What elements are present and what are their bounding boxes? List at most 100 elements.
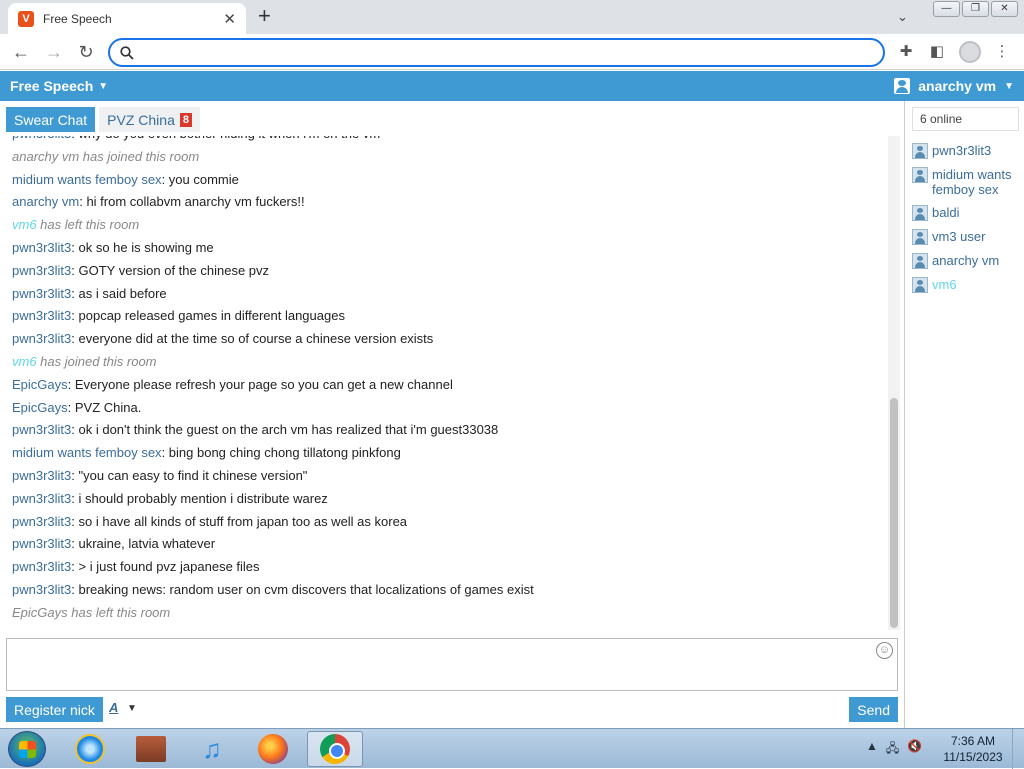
taskbar-clock[interactable]: 7:36 AM 11/15/2023	[938, 733, 1008, 765]
app-header: Free Speech ▼ anarchy vm ▼	[0, 71, 1024, 101]
message-nick[interactable]: midium wants femboy sex	[12, 445, 162, 460]
taskbar-chrome[interactable]	[307, 731, 363, 767]
taskbar-libraries[interactable]	[123, 731, 179, 767]
close-window-button[interactable]: ✕	[991, 1, 1018, 17]
chat-message: pwn3r3lit3: GOTY version of the chinese …	[12, 260, 888, 283]
message-nick[interactable]: pwn3r3lit3	[12, 331, 71, 346]
chat-message: pwn3r3lit3: i should probably mention i …	[12, 488, 888, 511]
chat-message: pwn3r3lit3: ok so he is showing me	[12, 237, 888, 260]
clock-date: 11/15/2023	[943, 750, 1003, 764]
user-list-item[interactable]: vm6	[912, 277, 1022, 293]
back-arrow-icon[interactable]: ←	[9, 40, 33, 64]
tab-close-icon[interactable]: ✕	[223, 10, 236, 28]
maximize-button[interactable]: ❐	[962, 1, 989, 17]
send-button[interactable]: Send	[849, 697, 898, 722]
taskbar-firefox[interactable]	[245, 731, 301, 767]
side-panel-icon[interactable]: ◧	[927, 42, 947, 62]
user-list: pwn3r3lit3 midium wants femboy sex baldi vm…	[912, 143, 1022, 301]
message-text: as i said before	[78, 285, 167, 301]
app-title-menu[interactable]: Free Speech ▼	[10, 78, 108, 94]
window-controls: — ❐ ✕	[933, 1, 1018, 17]
nick-separator: :	[71, 536, 79, 552]
message-nick[interactable]: pwn3r3lit3	[12, 308, 71, 323]
nick-separator: :	[71, 285, 79, 301]
user-list-item[interactable]: midium wants femboy sex	[912, 167, 1022, 197]
profile-avatar-icon[interactable]	[959, 41, 981, 63]
taskbar-internet-explorer[interactable]	[62, 731, 118, 767]
message-text: > i just found pvz japanese files	[78, 559, 260, 575]
firefox-icon	[258, 734, 288, 764]
user-icon	[912, 143, 928, 159]
user-list-item[interactable]: pwn3r3lit3	[912, 143, 1022, 159]
message-nick[interactable]: midium wants femboy sex	[12, 172, 162, 187]
chat-message: pwn3r3lit3: "you can easy to find it chi…	[12, 465, 888, 488]
room-tabs: Swear Chat PVZ China 8	[6, 107, 200, 132]
user-list-item[interactable]: vm3 user	[912, 229, 1022, 245]
nick-separator: :	[161, 171, 169, 187]
app-title: Free Speech	[10, 78, 94, 94]
nick-separator: :	[71, 262, 79, 278]
site-favicon-icon: V	[18, 10, 34, 27]
chat-message: pwn3r3lit3: > i just found pvz japanese …	[12, 556, 888, 579]
message-nick[interactable]: pwn3r3lit3	[12, 536, 71, 551]
user-menu[interactable]: anarchy vm ▼	[894, 78, 1014, 94]
address-input[interactable]	[142, 45, 873, 60]
message-nick[interactable]: vm6	[12, 354, 37, 369]
more-menu-icon[interactable]: ⋮	[992, 42, 1012, 62]
extensions-puzzle-icon[interactable]: ✚	[896, 42, 916, 62]
room-tab-pvz-china[interactable]: PVZ China 8	[99, 107, 200, 132]
emoji-smiley-icon[interactable]: ☺	[876, 642, 893, 659]
browser-tab-free-speech[interactable]: V Free Speech ✕	[8, 3, 246, 34]
user-name: vm6	[932, 277, 957, 292]
system-text: has left this room	[36, 217, 140, 233]
tab-search-chevron-icon[interactable]: ⌄	[897, 9, 908, 25]
minimize-button[interactable]: —	[933, 1, 960, 17]
message-text: you commie	[168, 171, 239, 187]
message-scrollbar[interactable]	[888, 136, 900, 630]
start-button[interactable]	[8, 731, 46, 767]
volume-muted-icon[interactable]: 🔇	[907, 739, 922, 760]
message-nick[interactable]: pwn3r3lit3	[12, 136, 71, 141]
show-desktop-button[interactable]	[1012, 729, 1024, 769]
nick-separator: :	[67, 376, 75, 392]
forward-arrow-icon[interactable]: →	[42, 40, 66, 64]
message-nick[interactable]: pwn3r3lit3	[12, 263, 71, 278]
message-nick[interactable]: pwn3r3lit3	[12, 582, 71, 597]
chat-message: midium wants femboy sex: you commie	[12, 169, 888, 192]
user-list-item[interactable]: anarchy vm	[912, 253, 1022, 269]
chat-message: anarchy vm: hi from collabvm anarchy vm …	[12, 191, 888, 214]
message-text: ok so he is showing me	[78, 239, 214, 255]
message-nick[interactable]: pwn3r3lit3	[12, 514, 71, 529]
chat-message: EpicGays: PVZ China.	[12, 397, 888, 420]
user-list-item[interactable]: baldi	[912, 205, 1022, 221]
font-chevron-down-icon[interactable]: ▼	[127, 703, 137, 714]
new-tab-button[interactable]: +	[258, 4, 271, 28]
taskbar-itunes[interactable]: ♫	[184, 731, 240, 767]
message-text: GOTY version of the chinese pvz	[78, 262, 270, 278]
font-style-button[interactable]: A	[109, 700, 118, 715]
tray-expand-icon[interactable]: ▲	[866, 739, 878, 760]
chat-message: pwn3r3lit3: breaking news: random user o…	[12, 579, 888, 602]
message-nick[interactable]: pwn3r3lit3	[12, 422, 71, 437]
address-bar[interactable]	[108, 38, 885, 67]
compose-actions: Register nick A ▼ Send	[6, 697, 898, 723]
reload-icon[interactable]: ↻	[74, 40, 98, 64]
message-nick[interactable]: EpicGays	[12, 400, 68, 415]
network-icon[interactable]: 🖧	[886, 739, 899, 760]
message-nick[interactable]: EpicGays	[12, 377, 68, 392]
message-nick[interactable]: pwn3r3lit3	[12, 286, 71, 301]
message-nick[interactable]: pwn3r3lit3	[12, 468, 71, 483]
message-nick[interactable]: vm6	[12, 217, 37, 232]
register-nick-button[interactable]: Register nick	[6, 697, 103, 722]
message-nick[interactable]: pwn3r3lit3	[12, 491, 71, 506]
online-users-sidebar: 6 online pwn3r3lit3 midium wants femboy s…	[904, 101, 1024, 728]
system-text: anarchy vm has joined this room	[12, 148, 200, 164]
message-nick[interactable]: pwn3r3lit3	[12, 559, 71, 574]
message-nick[interactable]: anarchy vm	[12, 194, 79, 209]
room-tab-swear-chat[interactable]: Swear Chat	[6, 107, 96, 132]
message-nick[interactable]: pwn3r3lit3	[12, 240, 71, 255]
nick-separator: :	[71, 422, 79, 438]
scrollbar-thumb[interactable]	[890, 398, 898, 628]
user-name: vm3 user	[932, 229, 986, 244]
message-input[interactable]	[7, 639, 897, 690]
